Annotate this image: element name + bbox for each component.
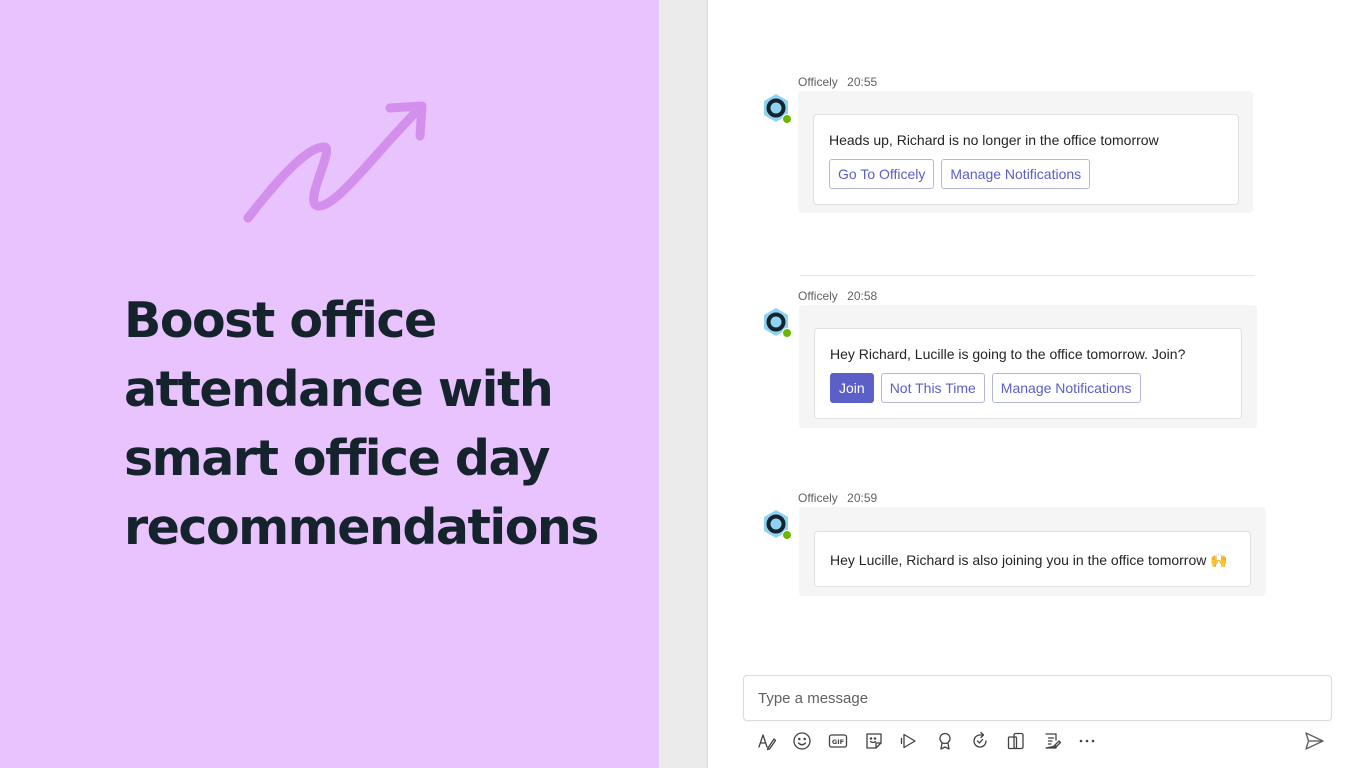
presence-available-icon xyxy=(782,114,792,124)
avatar[interactable] xyxy=(761,93,792,124)
praise-icon[interactable] xyxy=(927,729,963,753)
card-text: Heads up, Richard is no longer in the of… xyxy=(829,132,1159,148)
loop-icon[interactable] xyxy=(963,729,999,753)
message-input[interactable] xyxy=(744,676,1331,720)
message-time: 20:58 xyxy=(847,289,878,303)
sticker-icon[interactable] xyxy=(856,729,892,753)
send-icon[interactable] xyxy=(1302,729,1326,753)
compose-toolbar: GIF xyxy=(749,729,1105,753)
card-text: Hey Lucille, Richard is also joining you… xyxy=(830,552,1228,568)
avatar[interactable] xyxy=(761,509,792,540)
manage-notifications-button[interactable]: Manage Notifications xyxy=(941,159,1091,189)
avatar[interactable] xyxy=(761,307,792,338)
promo-headline: Boost office attendance with smart offic… xyxy=(124,286,644,562)
gif-icon[interactable]: GIF xyxy=(820,729,856,753)
promo-panel: Boost office attendance with smart offic… xyxy=(0,0,659,768)
not-this-time-button[interactable]: Not This Time xyxy=(880,373,985,403)
adaptive-card: Heads up, Richard is no longer in the of… xyxy=(813,114,1239,205)
headline-line-1: Boost office xyxy=(124,292,437,349)
message-header: Officely 20:59 xyxy=(798,491,877,505)
join-button[interactable]: Join xyxy=(830,373,874,403)
message-bubble: Hey Richard, Lucille is going to the off… xyxy=(799,305,1257,428)
card-text: Hey Richard, Lucille is going to the off… xyxy=(830,346,1186,362)
compose-box xyxy=(743,675,1332,721)
go-to-officely-button[interactable]: Go To Officely xyxy=(829,159,935,189)
message-bubble: Hey Lucille, Richard is also joining you… xyxy=(799,507,1266,596)
more-icon[interactable] xyxy=(1069,729,1105,753)
message-header: Officely 20:58 xyxy=(798,289,877,303)
message-time: 20:59 xyxy=(847,491,878,505)
presence-available-icon xyxy=(782,530,792,540)
squiggle-arrow-icon xyxy=(243,101,427,223)
message-divider xyxy=(800,275,1255,276)
message-header: Officely 20:55 xyxy=(798,75,877,89)
manage-notifications-button[interactable]: Manage Notifications xyxy=(991,373,1141,403)
emoji-icon[interactable] xyxy=(785,729,821,753)
presence-available-icon xyxy=(782,328,792,338)
headline-line-3: smart office day xyxy=(124,430,550,487)
format-icon[interactable] xyxy=(749,729,785,753)
message-bubble: Heads up, Richard is no longer in the of… xyxy=(798,91,1253,213)
sender-name: Officely xyxy=(798,491,838,505)
forms-icon[interactable] xyxy=(1034,729,1070,753)
card-actions: Go To Officely Manage Notifications xyxy=(829,159,1091,189)
headline-line-2: attendance with xyxy=(124,361,554,418)
headline-line-4: recommendations xyxy=(124,499,599,556)
chat-pane: Officely 20:55 Heads up, Richard is no l… xyxy=(708,0,1366,768)
side-gutter xyxy=(659,0,708,768)
message-time: 20:55 xyxy=(847,75,878,89)
sender-name: Officely xyxy=(798,75,838,89)
adaptive-card: Hey Richard, Lucille is going to the off… xyxy=(814,328,1242,419)
apps-icon[interactable] xyxy=(998,729,1034,753)
adaptive-card: Hey Lucille, Richard is also joining you… xyxy=(814,531,1251,587)
sender-name: Officely xyxy=(798,289,838,303)
svg-text:GIF: GIF xyxy=(832,738,844,746)
card-actions: Join Not This Time Manage Notifications xyxy=(830,373,1141,403)
stream-icon[interactable] xyxy=(891,729,927,753)
